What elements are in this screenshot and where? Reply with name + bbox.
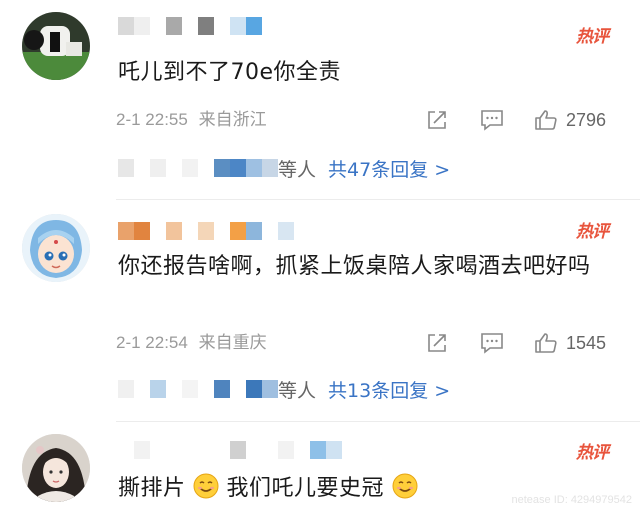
comment-text: 你还报告啥啊，抓紧上饭桌陪人家喝酒去吧好吗 [118,254,591,279]
divider [116,421,640,422]
avatar[interactable] [22,12,90,80]
comment-location: 来自浙江 [198,110,267,129]
replies-row[interactable]: 等人 共47条回复 > [118,155,450,182]
avatar[interactable] [22,434,90,502]
comment-text-part-1: 撕排片 [118,476,186,501]
hot-badge: 热评 [576,443,609,463]
divider [116,199,640,200]
comment-time: 2-1 22:54 [116,333,188,352]
watermark: netease ID: 4294979542 [511,494,633,506]
avatar[interactable] [22,214,90,282]
share-icon [428,334,446,352]
replies-link[interactable]: 共47条回复 > [328,155,450,182]
share-button[interactable] [426,331,448,355]
smile-emoji-icon [392,473,418,499]
comment-location: 来自重庆 [198,333,267,352]
comment-text: 吒儿到不了70e你全责 [118,60,342,85]
share-button[interactable] [426,108,448,132]
hot-badge: 热评 [576,222,609,242]
like-icon [535,333,557,353]
username-mosaic[interactable] [118,222,294,240]
like-count: 1545 [566,332,607,353]
comment-button[interactable] [480,331,504,355]
hot-badge: 热评 [576,27,609,47]
like-icon [535,110,557,130]
like-count: 2796 [566,109,607,130]
replies-suffix: 等人 [278,379,317,402]
comment-meta: 2-1 22:55 来自浙江 [116,108,267,132]
replies-link[interactable]: 共13条回复 > [328,376,450,403]
comment-icon [481,110,503,131]
like-button[interactable]: 2796 [534,108,606,132]
username-mosaic[interactable] [118,441,342,459]
like-button[interactable]: 1545 [534,331,606,355]
comment-text-part-2: 我们吒儿要史冠 [226,476,385,501]
comment-icon [481,333,503,354]
comment-button[interactable] [480,108,504,132]
share-icon [428,111,446,129]
comment-meta: 2-1 22:54 来自重庆 [116,331,267,355]
username-mosaic[interactable] [118,17,262,35]
replies-suffix: 等人 [278,158,317,181]
smile-emoji-icon [193,473,219,499]
comment-time: 2-1 22:55 [116,110,188,129]
replies-row[interactable]: 等人 共13条回复 > [118,376,450,403]
